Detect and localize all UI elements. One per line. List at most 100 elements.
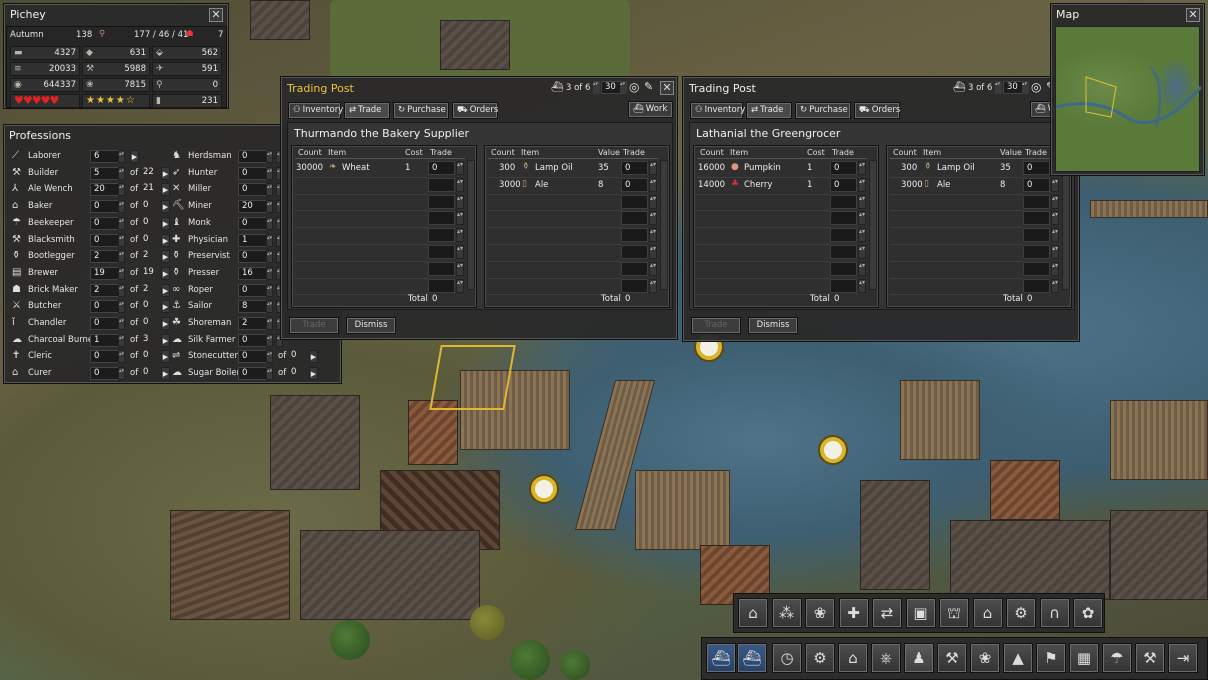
trade-amount-box[interactable] xyxy=(428,211,455,226)
profession-count-input[interactable]: 0 xyxy=(90,367,120,381)
trade-amount-box[interactable] xyxy=(428,278,455,293)
profession-count-input[interactable]: 6 xyxy=(90,150,120,163)
trade-value[interactable]: 0 xyxy=(625,180,630,190)
close-icon[interactable]: ✕ xyxy=(660,81,674,95)
trade-value[interactable]: 0 xyxy=(625,163,630,173)
tab-purchase[interactable]: ↻ Purchase xyxy=(795,102,851,119)
profession-count-input[interactable]: 1 xyxy=(238,233,268,247)
trade-stepper[interactable]: ▴▾ xyxy=(649,228,657,243)
boat-icon[interactable]: ⛴ xyxy=(706,643,736,673)
trade-amount-box[interactable] xyxy=(830,245,857,259)
stepper[interactable]: ▴▾ xyxy=(266,367,273,381)
dismiss-button[interactable]: Dismiss xyxy=(748,317,798,334)
trade-stepper[interactable]: ▴▾ xyxy=(456,194,464,209)
chevron-right-icon[interactable]: ▶ xyxy=(161,350,170,364)
building[interactable] xyxy=(170,510,290,620)
trade-amount-box[interactable] xyxy=(1023,211,1050,226)
amount-input[interactable]: 30 xyxy=(601,81,621,94)
resource-icon[interactable]: ▣ xyxy=(905,598,936,628)
profession-count-input[interactable]: 0 xyxy=(90,350,120,364)
chevron-right-icon[interactable]: ▶ xyxy=(309,367,318,381)
item-cell[interactable]: Lamp Oil xyxy=(937,163,975,173)
trade-amount-box[interactable] xyxy=(621,228,648,243)
stepper[interactable]: ▴▾ xyxy=(266,150,273,163)
trade-button[interactable]: Trade xyxy=(691,317,741,334)
resource-cell[interactable]: ⚒ 5988 xyxy=(82,62,150,76)
item-cell[interactable]: Ale xyxy=(937,180,950,190)
trade-amount-box[interactable] xyxy=(621,261,648,276)
trade-stepper[interactable]: ▴▾ xyxy=(456,228,464,243)
profession-count-input[interactable]: 0 xyxy=(238,333,268,347)
food-icon[interactable]: ❀ xyxy=(970,643,1000,673)
stepper[interactable]: ▴▾ xyxy=(266,200,273,214)
trade-amount-box[interactable] xyxy=(621,211,648,226)
profession-count-input[interactable]: 0 xyxy=(90,216,120,230)
target-icon[interactable]: ◎ xyxy=(1031,80,1041,94)
stepper[interactable]: ▴▾ xyxy=(118,250,125,264)
trade-stepper[interactable]: ▴▾ xyxy=(1051,194,1059,209)
trade-amount-box[interactable] xyxy=(830,278,857,293)
resource-cell[interactable]: ◆ 631 xyxy=(82,46,150,60)
stepper[interactable]: ▴▾ xyxy=(118,166,125,180)
trade-amount-box[interactable] xyxy=(428,228,455,243)
trade-stepper[interactable]: ▴▾ xyxy=(1051,177,1059,192)
item-cell[interactable]: Wheat xyxy=(342,163,370,173)
trade-value[interactable]: 0 xyxy=(432,163,437,173)
trade-stepper[interactable]: ▴▾ xyxy=(456,278,464,293)
scrollbar[interactable] xyxy=(467,160,475,290)
trade-stepper[interactable]: ▴▾ xyxy=(456,211,464,226)
trade-stepper[interactable]: ▴▾ xyxy=(858,261,866,276)
chevron-right-icon[interactable]: ▶ xyxy=(161,233,170,247)
page-stepper[interactable]: ▴▾ xyxy=(995,81,1002,94)
chevron-right-icon[interactable]: ▶ xyxy=(161,300,170,314)
town-icon[interactable]: ⌂ xyxy=(838,643,868,673)
drop-icon[interactable]: ▲ xyxy=(1003,643,1033,673)
trade-amount-box[interactable] xyxy=(1023,228,1050,243)
stepper[interactable]: ▴▾ xyxy=(266,350,273,364)
profession-count-input[interactable]: 1 xyxy=(90,333,120,347)
page-stepper[interactable]: ▴▾ xyxy=(593,81,600,94)
stepper[interactable]: ▴▾ xyxy=(118,367,125,381)
scrollbar[interactable] xyxy=(1062,160,1070,290)
trade-amount-box[interactable] xyxy=(621,194,648,209)
profession-count-input[interactable]: 0 xyxy=(90,233,120,247)
chevron-right-icon[interactable]: ▶ xyxy=(161,317,170,330)
trade-stepper[interactable]: ▴▾ xyxy=(649,278,657,293)
chevron-right-icon[interactable]: ▶ xyxy=(161,200,170,214)
settings-icon[interactable]: ⚙ xyxy=(805,643,835,673)
building[interactable] xyxy=(270,395,360,490)
tab-trade[interactable]: ⇄ Trade xyxy=(746,102,792,119)
resource-cell[interactable]: ▬ 4327 xyxy=(10,46,80,60)
trade-amount-box[interactable] xyxy=(1023,194,1050,209)
trade-stepper[interactable]: ▴▾ xyxy=(1051,278,1059,293)
trade-stepper[interactable]: ▴▾ xyxy=(1051,228,1059,243)
profession-count-input[interactable]: 5 xyxy=(90,166,120,180)
profession-count-input[interactable]: 2 xyxy=(90,250,120,264)
stepper[interactable]: ▴▾ xyxy=(118,283,125,297)
pin-icon[interactable]: ✎ xyxy=(644,80,653,93)
stepper[interactable]: ▴▾ xyxy=(118,317,125,330)
stepper[interactable]: ▴▾ xyxy=(118,183,125,197)
profession-count-input[interactable]: 2 xyxy=(238,317,268,330)
building[interactable] xyxy=(1110,510,1208,600)
trade-amount-box[interactable] xyxy=(621,245,648,259)
building[interactable] xyxy=(300,530,480,620)
chevron-right-icon[interactable]: ▶ xyxy=(161,266,170,280)
close-icon[interactable]: ✕ xyxy=(1186,8,1200,22)
stepper[interactable]: ▴▾ xyxy=(266,250,273,264)
tab-orders[interactable]: ⛟ Orders xyxy=(854,102,900,119)
chevron-right-icon[interactable]: ▶ xyxy=(161,367,170,381)
tab-inventory[interactable]: ⚇ Inventory xyxy=(288,102,343,119)
trade-amount-box[interactable] xyxy=(621,278,648,293)
chevron-right-icon[interactable]: ▶ xyxy=(161,166,170,180)
profession-count-input[interactable]: 20 xyxy=(238,200,268,214)
profession-count-input[interactable]: 0 xyxy=(238,283,268,297)
chevron-right-icon[interactable]: ▶ xyxy=(161,333,170,347)
industry-icon[interactable]: ⚙ xyxy=(1006,598,1036,628)
trade-stepper[interactable]: ▴▾ xyxy=(858,245,866,259)
exit-icon[interactable]: ⇥ xyxy=(1168,643,1198,673)
trade-stepper[interactable]: ▴▾ xyxy=(858,211,866,226)
target-icon[interactable]: ◎ xyxy=(629,80,639,94)
resource-cell[interactable]: ❀ 7815 xyxy=(82,78,150,92)
trade-value[interactable]: 0 xyxy=(834,180,839,190)
